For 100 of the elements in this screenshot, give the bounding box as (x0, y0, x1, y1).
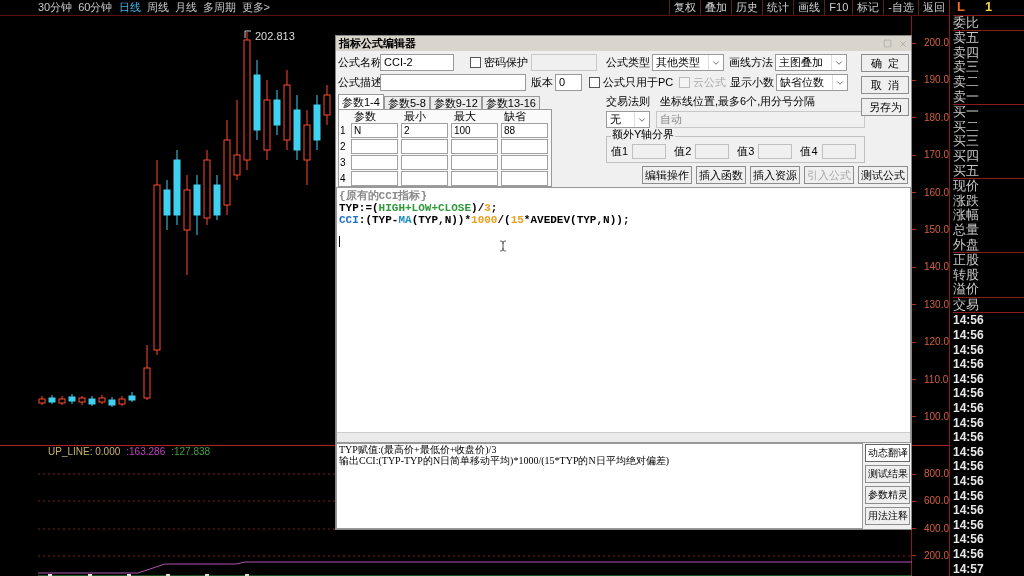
parameter-tab[interactable]: 参数1-4 (338, 94, 384, 109)
translation-line: 输出CCI:(TYP-TYP的N日简单移动平均)*1000/(15*TYP的N日平均绝对偏差) (339, 455, 670, 466)
version-field[interactable]: 0 (555, 74, 582, 91)
row-number: 3 (340, 155, 347, 170)
candle (78, 395, 86, 406)
candle (68, 393, 76, 405)
dialog-button[interactable]: 参数精灵 (865, 486, 910, 504)
field-label: 画线方法 (729, 55, 773, 71)
parameter-cell[interactable] (401, 154, 448, 170)
period-tab[interactable]: 30分钟 (38, 2, 73, 13)
input-field[interactable] (695, 144, 730, 159)
dialog-button[interactable]: 插入资源 (750, 166, 800, 184)
period-tab[interactable]: 60分钟 (78, 2, 113, 13)
toolbar-button[interactable]: 复权 (669, 0, 701, 15)
checkbox-label: 密码保护 (484, 55, 528, 71)
dialog-button[interactable]: 编辑操作 (642, 166, 692, 184)
toolbar-button[interactable]: F10 (824, 0, 853, 15)
trade-time: 14:56 (953, 313, 985, 329)
parameter-cell[interactable] (401, 170, 448, 186)
dropdown[interactable]: 主图叠加 (775, 54, 847, 71)
toolbar-button[interactable]: 叠加 (700, 0, 732, 15)
quote-label: 涨跌 (953, 193, 980, 208)
parameter-cell[interactable]: 2 (401, 123, 448, 139)
text-caret (339, 236, 340, 247)
candle (143, 344, 151, 401)
checkbox[interactable] (470, 57, 481, 68)
code-line: {原有的CCI指标} (339, 190, 427, 202)
period-tab[interactable]: 周线 (146, 2, 169, 13)
parameter-cell[interactable]: N (351, 123, 398, 139)
toolbar-button[interactable]: 历史 (731, 0, 763, 15)
code-editor[interactable]: {原有的CCI指标} TYP:=(HIGH+LOW+CLOSE)/3; CCI:(TYP-MA(TYP,N))*1000/(15*AVEDEV(TYP,N)); (336, 187, 911, 443)
input-field[interactable] (758, 144, 793, 159)
checkbox[interactable] (589, 77, 600, 88)
dialog-button[interactable]: 动态翻译 (865, 444, 910, 462)
toolbar-button[interactable]: 标记 (852, 0, 884, 15)
candle (313, 94, 321, 151)
trade-time: 14:56 (953, 488, 985, 504)
parameter-cell[interactable]: 88 (501, 123, 548, 139)
trade-time: 14:56 (953, 546, 985, 562)
parameter-cell[interactable] (501, 139, 548, 155)
description-field[interactable] (380, 74, 526, 91)
dialog-button[interactable]: 取 消 (861, 76, 909, 94)
parameter-cell[interactable] (401, 139, 448, 155)
toolbar-button[interactable]: 统计 (762, 0, 794, 15)
row-number: 2 (340, 140, 347, 155)
period-tab[interactable]: 更多> (241, 2, 270, 13)
code-line: CCI:(TYP-MA(TYP,N))*1000/(15*AVEDEV(TYP,N)); (339, 214, 630, 226)
indicator-axis-label: 400.0 (923, 523, 949, 534)
field-label: 值2 (674, 143, 692, 159)
dialog-button[interactable]: 插入函数 (696, 166, 746, 184)
parameter-cell[interactable] (351, 170, 398, 186)
close-icon[interactable] (898, 38, 908, 49)
maximize-icon[interactable] (883, 39, 892, 48)
trade-time: 14:56 (953, 342, 985, 358)
trade-time: 14:56 (953, 357, 985, 372)
candle (213, 174, 221, 221)
dialog-button[interactable]: 确 定 (861, 54, 909, 72)
period-tab[interactable]: 日线 (118, 2, 141, 13)
parameter-cell[interactable] (501, 170, 548, 186)
price-axis-label: 200.0 (923, 38, 949, 48)
checkbox-label: 云公式 (693, 75, 727, 91)
toolbar-button[interactable]: 画线 (793, 0, 825, 15)
dialog-button[interactable]: 用法注释 (865, 507, 910, 525)
parameter-cell[interactable]: 100 (451, 123, 498, 139)
trade-time: 14:56 (953, 503, 985, 518)
trade-time: 14:56 (953, 444, 985, 460)
parameter-cell[interactable] (451, 139, 498, 155)
horizontal-scrollbar[interactable] (337, 432, 910, 442)
toolbar-button[interactable]: 返回 (918, 0, 949, 15)
price-axis-label: 110.0 (924, 374, 949, 385)
parameter-cell[interactable] (351, 139, 398, 155)
input-field[interactable] (821, 144, 856, 159)
candle (118, 395, 126, 407)
quote-label: 总量 (953, 222, 980, 238)
period-tab[interactable]: 月线 (174, 2, 197, 13)
period-tab[interactable]: 多周期 (202, 2, 236, 13)
field-label: 显示小数 (730, 75, 775, 91)
dropdown[interactable]: 缺省位数 (776, 74, 849, 91)
trade-time: 14:56 (953, 517, 985, 533)
parameter-cell[interactable] (451, 170, 498, 186)
quote-label: 转股 (953, 267, 980, 282)
parameter-cell[interactable] (451, 154, 498, 170)
dialog-button[interactable]: 另存为 (861, 98, 909, 116)
candle (163, 179, 171, 231)
trade-time: 14:56 (953, 386, 985, 402)
name-field[interactable]: CCI-2 (380, 54, 454, 71)
parameter-tab[interactable]: 参数13-16 (481, 96, 540, 109)
toolbar-button[interactable]: -自选 (883, 0, 918, 15)
parameter-cell[interactable] (501, 154, 548, 170)
dialog-button[interactable]: 测试结果 (865, 465, 910, 483)
input-field[interactable] (632, 144, 667, 159)
dropdown[interactable]: 其他类型 (652, 54, 724, 71)
indicator-axis-label: 800.0 (923, 469, 949, 479)
dropdown[interactable]: 无 (606, 111, 650, 128)
column-header: 参数 (353, 111, 377, 123)
parameter-tab[interactable]: 参数9-12 (429, 96, 482, 109)
parameter-cell[interactable] (351, 154, 398, 170)
dialog-button[interactable]: 测试公式 (858, 166, 908, 184)
trade-time: 14:56 (953, 401, 985, 416)
parameter-tab[interactable]: 参数5-8 (383, 96, 430, 109)
